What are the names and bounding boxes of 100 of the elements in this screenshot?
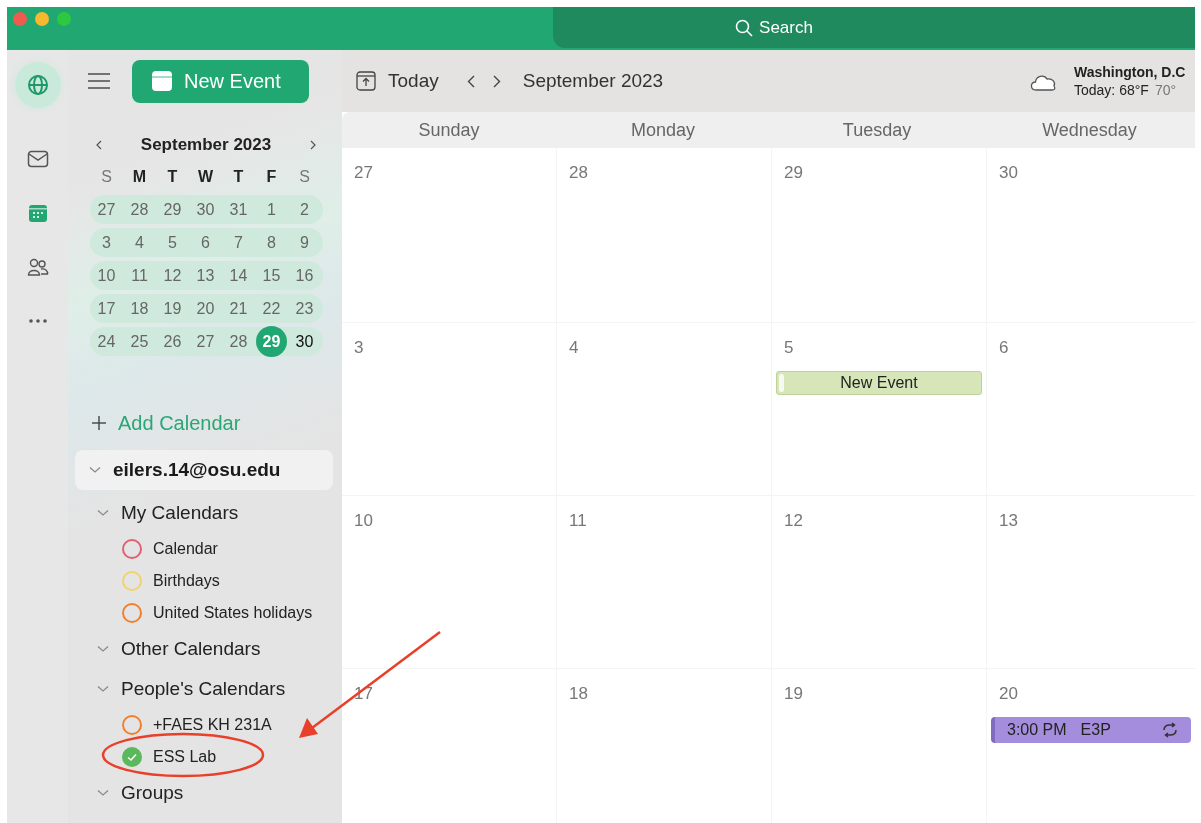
day-cell[interactable]: 6	[987, 323, 1195, 495]
day-cell[interactable]: 13	[987, 496, 1195, 668]
calendar-name[interactable]: ESS Lab	[153, 745, 217, 769]
calendar-name[interactable]: Calendar	[153, 537, 218, 561]
day-cell[interactable]: 12	[772, 496, 986, 668]
circle-icon[interactable]	[122, 539, 142, 559]
day-cell[interactable]: 11	[557, 496, 771, 668]
day-cell[interactable]: 28	[557, 148, 771, 322]
date-cell[interactable]: 11	[124, 260, 155, 291]
chevron-left-icon[interactable]	[96, 140, 102, 150]
date-cell[interactable]: 1	[256, 194, 287, 225]
date-cell[interactable]: 13	[190, 260, 221, 291]
date-cell[interactable]: 24	[91, 326, 122, 357]
plus-icon	[92, 416, 106, 430]
date-cell[interactable]: 15	[256, 260, 287, 291]
date-cell[interactable]: 5	[157, 227, 188, 258]
calendar-name[interactable]: +FAES KH 231A	[153, 713, 272, 737]
date-cell[interactable]: 17	[91, 293, 122, 324]
globe-icon[interactable]	[26, 74, 49, 96]
checked-circle-icon[interactable]	[122, 747, 142, 767]
date-cell[interactable]: 14	[223, 260, 254, 291]
day-cell[interactable]: 5 New Event	[772, 323, 986, 495]
weekday-label: T	[166, 166, 179, 187]
calendar-name[interactable]: United States holidays	[153, 601, 313, 625]
group-label[interactable]: Other Calendars	[121, 634, 261, 664]
weekday-label: S	[298, 166, 311, 187]
today-icon	[356, 71, 376, 91]
add-calendar-link[interactable]: Add Calendar	[118, 408, 241, 438]
date-cell[interactable]: 9	[289, 227, 320, 258]
day-cell[interactable]: 30	[987, 148, 1195, 322]
date-cell[interactable]: 29	[157, 194, 188, 225]
date-cell[interactable]: 8	[256, 227, 287, 258]
calendar-icon[interactable]	[26, 202, 49, 224]
chevron-down-icon[interactable]	[97, 509, 109, 517]
date-cell[interactable]: 10	[91, 260, 122, 291]
window-control[interactable]	[35, 12, 49, 26]
date-cell[interactable]: 12	[157, 260, 188, 291]
new-event-button[interactable]: New Event	[132, 59, 309, 103]
date-cell[interactable]: 27	[190, 326, 221, 357]
date-cell[interactable]: 4	[124, 227, 155, 258]
date-cell[interactable]: 2	[289, 194, 320, 225]
date-cell[interactable]: 20	[190, 293, 221, 324]
event-bar[interactable]: 3:00 PM E3P	[991, 717, 1191, 743]
chevron-down-icon[interactable]	[89, 466, 101, 474]
date-cell[interactable]: 30	[289, 326, 320, 357]
calendar-icon	[152, 71, 172, 91]
day-cell[interactable]: 20 3:00 PM E3P	[987, 669, 1195, 823]
account-row[interactable]: eilers.14@osu.edu	[75, 450, 333, 490]
menu-icon[interactable]	[88, 73, 110, 89]
search-field[interactable]: Search	[553, 7, 1195, 48]
date-cell[interactable]: 6	[190, 227, 221, 258]
day-cell[interactable]: 18	[557, 669, 771, 823]
circle-icon[interactable]	[122, 715, 142, 735]
circle-icon[interactable]	[122, 603, 142, 623]
date-cell[interactable]: 18	[124, 293, 155, 324]
event-bar[interactable]: New Event	[776, 371, 982, 395]
date-cell[interactable]: 21	[223, 293, 254, 324]
date-cell[interactable]: 30	[190, 194, 221, 225]
day-cell[interactable]: 19	[772, 669, 986, 823]
date-cell[interactable]: 7	[223, 227, 254, 258]
date-cell[interactable]: 25	[124, 326, 155, 357]
chevron-right-icon[interactable]	[492, 74, 501, 88]
chevron-down-icon[interactable]	[97, 645, 109, 653]
weekday-label: T	[232, 166, 245, 187]
date-cell[interactable]: 28	[124, 194, 155, 225]
day-cell[interactable]: 3	[342, 323, 556, 495]
date-cell[interactable]: 23	[289, 293, 320, 324]
today-button[interactable]: Today	[356, 66, 439, 96]
date-cell[interactable]: 19	[157, 293, 188, 324]
date-cell[interactable]: 31	[223, 194, 254, 225]
day-number: 19	[783, 683, 804, 705]
date-cell[interactable]: 26	[157, 326, 188, 357]
date-cell[interactable]: 28	[223, 326, 254, 357]
weekday-label: F	[265, 166, 278, 187]
chevron-down-icon[interactable]	[97, 789, 109, 797]
mail-icon[interactable]	[26, 148, 49, 170]
account-label: eilers.14@osu.edu	[113, 457, 281, 482]
calendar-name[interactable]: Birthdays	[153, 569, 220, 593]
day-number: 11	[568, 510, 588, 532]
date-cell[interactable]: 16	[289, 260, 320, 291]
weekday-label: M	[131, 166, 148, 187]
day-cell[interactable]: 4	[557, 323, 771, 495]
people-icon[interactable]	[26, 256, 49, 278]
window-control[interactable]	[57, 12, 71, 26]
date-cell[interactable]: 22	[256, 293, 287, 324]
weekday-label: W	[196, 166, 215, 187]
day-cell[interactable]: 10	[342, 496, 556, 668]
day-cell[interactable]: 27	[342, 148, 556, 322]
chevron-left-icon[interactable]	[466, 74, 475, 88]
day-cell[interactable]: 29	[772, 148, 986, 322]
weather-location: Washington, D.C	[1074, 63, 1187, 81]
group-label[interactable]: My Calendars	[121, 498, 239, 528]
chevron-down-icon[interactable]	[97, 685, 109, 693]
period-title: September 2023	[522, 68, 664, 93]
date-cell[interactable]: 27	[91, 194, 122, 225]
group-label[interactable]: Groups	[121, 778, 184, 808]
date-cell[interactable]: 3	[91, 227, 122, 258]
chevron-right-icon[interactable]	[310, 140, 316, 150]
day-number: 18	[568, 683, 589, 705]
group-label[interactable]: People's Calendars	[121, 674, 286, 704]
